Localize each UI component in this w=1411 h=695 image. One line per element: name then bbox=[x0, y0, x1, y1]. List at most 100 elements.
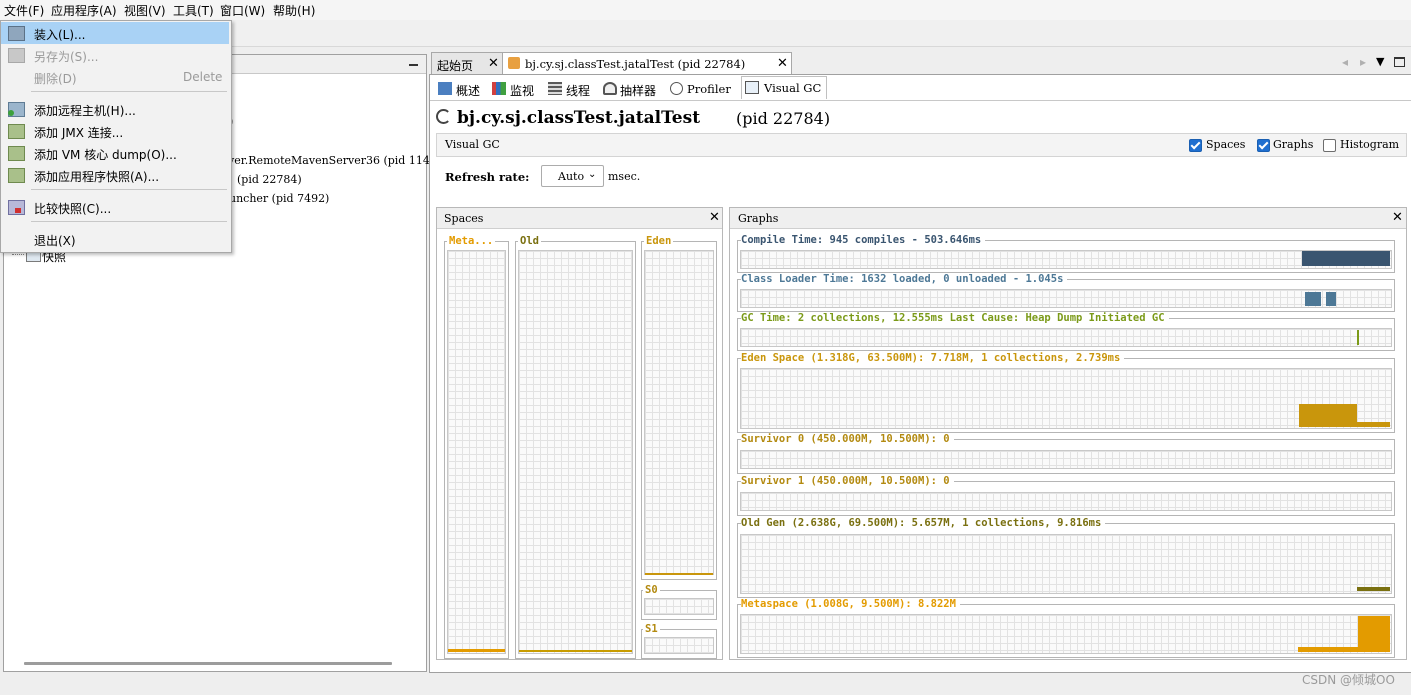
document-tabs: 起始页 ✕ bj.cy.sj.classTest.jatalTest (pid … bbox=[430, 52, 1410, 74]
space-metaspace-grid bbox=[447, 250, 506, 654]
tab-start-page[interactable]: 起始页 ✕ bbox=[431, 52, 503, 74]
graph-old-gen-title: Old Gen (2.638G, 69.500M): 5.657M, 1 col… bbox=[741, 517, 1106, 529]
menu-tools[interactable]: 工具(T) bbox=[173, 2, 214, 19]
menu-window[interactable]: 窗口(W) bbox=[220, 2, 265, 19]
spaces-panel: Spaces ✕ Meta... Old Eden S0 S1 bbox=[436, 207, 723, 660]
graph-class-loader-series bbox=[1305, 292, 1321, 306]
close-icon[interactable]: ✕ bbox=[1392, 211, 1403, 224]
subtab-threads[interactable]: 线程 bbox=[545, 78, 601, 98]
menu-application[interactable]: 应用程序(A) bbox=[51, 2, 117, 19]
space-s0-label: S0 bbox=[643, 584, 660, 596]
tree-item-jatal-test[interactable]: (pid 22784) bbox=[237, 173, 302, 186]
refresh-rate-value: Auto bbox=[558, 170, 585, 183]
space-metaspace-fill bbox=[448, 649, 505, 652]
menu-item-compare-snapshots[interactable]: 比较快照(C)... bbox=[1, 196, 229, 218]
menu-item-delete[interactable]: 删除(D) Delete bbox=[1, 66, 229, 88]
tree-connector bbox=[12, 254, 24, 256]
graph-gc-time-title: GC Time: 2 collections, 12.555ms Last Ca… bbox=[741, 312, 1169, 324]
chevron-down-icon: ⌄ bbox=[588, 169, 597, 180]
close-icon[interactable]: ✕ bbox=[709, 211, 720, 224]
graphs-header-label: Graphs bbox=[738, 212, 779, 225]
menu-item-add-remote-host-label: 添加远程主机(H)... bbox=[34, 104, 136, 118]
menu-item-add-vm-core-dump[interactable]: 添加 VM 核心 dump(O)... bbox=[1, 142, 229, 164]
jmx-icon bbox=[8, 124, 25, 139]
refresh-rate-unit: msec. bbox=[608, 170, 641, 183]
spaces-header-label: Spaces bbox=[444, 212, 484, 225]
subtab-visual-gc[interactable]: Visual GC bbox=[741, 76, 827, 99]
subtab-overview-label: 概述 bbox=[456, 84, 481, 98]
graph-metaspace-title: Metaspace (1.008G, 9.500M): 8.822M bbox=[741, 598, 960, 610]
tab-app[interactable]: bj.cy.sj.classTest.jatalTest (pid 22784)… bbox=[502, 52, 792, 74]
close-icon[interactable]: ✕ bbox=[777, 57, 788, 70]
profiler-icon bbox=[670, 82, 683, 95]
graphs-checkbox-label: Graphs bbox=[1273, 138, 1314, 151]
menu-item-load-label: 装入(L)... bbox=[34, 28, 86, 42]
graph-survivor-1-grid bbox=[740, 492, 1392, 511]
menu-item-delete-label: 删除(D) bbox=[34, 72, 77, 86]
subtab-monitor[interactable]: 监视 bbox=[489, 78, 545, 98]
horizontal-scrollbar[interactable] bbox=[24, 662, 392, 665]
menu-item-add-app-snapshot[interactable]: 添加应用程序快照(A)... bbox=[1, 164, 229, 186]
sampler-icon bbox=[603, 82, 617, 95]
menu-separator bbox=[31, 221, 227, 222]
menu-help[interactable]: 帮助(H) bbox=[273, 2, 315, 19]
menu-item-add-remote-host[interactable]: 添加远程主机(H)... bbox=[1, 98, 229, 120]
spaces-checkbox[interactable] bbox=[1189, 139, 1202, 152]
core-dump-icon bbox=[8, 146, 25, 161]
graph-class-loader-grid bbox=[740, 289, 1392, 308]
tree-item-launcher[interactable]: uncher (pid 7492) bbox=[229, 192, 329, 205]
visual-gc-icon bbox=[745, 81, 759, 94]
graph-class-loader-series bbox=[1326, 292, 1336, 306]
file-menu: 装入(L)... 另存为(S)... 删除(D) Delete 添加远程主机(H… bbox=[0, 20, 232, 253]
scroll-left-icon[interactable]: ◂ bbox=[1342, 55, 1348, 69]
histogram-checkbox[interactable] bbox=[1323, 139, 1336, 152]
graph-compile-time-grid bbox=[740, 250, 1392, 269]
graphs-panel-header: Graphs ✕ bbox=[730, 208, 1406, 229]
space-old-label: Old bbox=[518, 235, 541, 247]
menu-item-add-jmx[interactable]: 添加 JMX 连接... bbox=[1, 120, 229, 142]
menu-file[interactable]: 文件(F) bbox=[4, 2, 44, 19]
space-old-grid bbox=[518, 250, 633, 654]
minimize-icon[interactable] bbox=[409, 64, 418, 66]
loading-icon bbox=[436, 109, 451, 124]
space-metaspace-label: Meta... bbox=[447, 235, 496, 247]
application-view: 概述 监视 线程 抽样器 Profiler Visual GC bj.cy.sj… bbox=[429, 74, 1411, 673]
scroll-right-icon[interactable]: ▸ bbox=[1360, 55, 1366, 69]
close-icon[interactable]: ✕ bbox=[488, 57, 499, 70]
space-old-fill bbox=[519, 650, 632, 652]
graphs-checkbox[interactable] bbox=[1257, 139, 1270, 152]
watermark: CSDN @倾城OO bbox=[1302, 673, 1395, 687]
tab-list-dropdown-icon[interactable]: ▼ bbox=[1376, 55, 1384, 68]
subtab-sampler[interactable]: 抽样器 bbox=[600, 78, 666, 98]
menu-item-exit[interactable]: 退出(X) bbox=[1, 228, 229, 250]
menu-item-save-as[interactable]: 另存为(S)... bbox=[1, 44, 229, 66]
graph-metaspace-series bbox=[1358, 616, 1390, 652]
subtab-sampler-label: 抽样器 bbox=[620, 84, 657, 98]
menu-item-load[interactable]: 装入(L)... bbox=[1, 22, 229, 44]
menu-item-exit-label: 退出(X) bbox=[34, 234, 76, 248]
space-s1-grid bbox=[644, 637, 714, 654]
menu-item-add-app-snapshot-label: 添加应用程序快照(A)... bbox=[34, 170, 160, 184]
subtab-profiler-label: Profiler bbox=[687, 82, 731, 96]
visual-gc-label: Visual GC bbox=[445, 138, 500, 151]
graph-compile-time-title: Compile Time: 945 compiles - 503.646ms bbox=[741, 234, 986, 246]
subtab-profiler[interactable]: Profiler bbox=[667, 78, 739, 98]
compare-badge-icon bbox=[15, 208, 21, 213]
tree-item-maven-server[interactable]: ver.RemoteMavenServer36 (pid 1148 bbox=[228, 154, 437, 167]
graph-eden-space-grid bbox=[740, 368, 1392, 429]
menu-separator bbox=[31, 189, 227, 190]
menu-view[interactable]: 视图(V) bbox=[124, 2, 166, 19]
delete-shortcut: Delete bbox=[183, 70, 223, 84]
app-snapshot-icon bbox=[8, 168, 25, 183]
menu-item-compare-snapshots-label: 比较快照(C)... bbox=[34, 202, 112, 216]
overview-icon bbox=[438, 82, 452, 95]
subtab-overview[interactable]: 概述 bbox=[435, 78, 489, 98]
graph-gc-time-grid bbox=[740, 328, 1392, 347]
refresh-rate-select[interactable]: Auto ⌄ bbox=[541, 165, 604, 187]
menu-item-add-vm-core-dump-label: 添加 VM 核心 dump(O)... bbox=[34, 148, 177, 162]
load-icon bbox=[8, 26, 25, 41]
menu-item-save-as-label: 另存为(S)... bbox=[34, 50, 99, 64]
maximize-icon[interactable] bbox=[1394, 57, 1405, 67]
space-s1-label: S1 bbox=[643, 623, 660, 635]
refresh-rate-label: Refresh rate: bbox=[445, 170, 530, 184]
